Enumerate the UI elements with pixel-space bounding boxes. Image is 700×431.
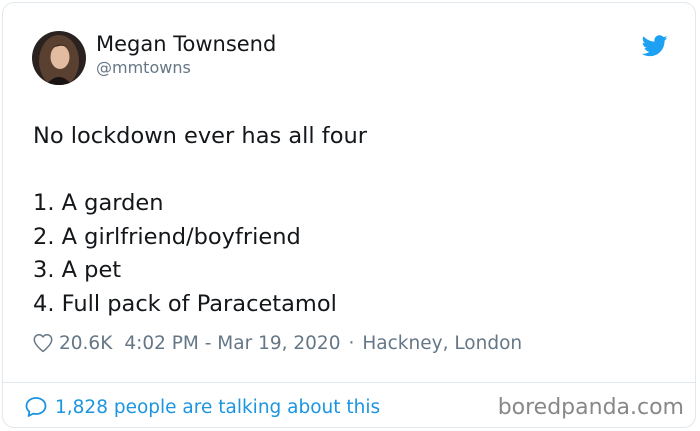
tweet-timestamp[interactable]: 4:02 PM - Mar 19, 2020 xyxy=(124,333,340,354)
like-count[interactable]: 20.6K xyxy=(59,333,112,354)
user-avatar-photo xyxy=(32,31,86,85)
speech-bubble-icon xyxy=(25,397,47,417)
tweet-line: No lockdown ever has all four xyxy=(33,123,367,149)
tweet-location[interactable]: Hackney, London xyxy=(362,333,522,354)
author-avatar[interactable] xyxy=(32,31,86,85)
footer-divider xyxy=(2,382,696,383)
tweet-line: 3. A pet xyxy=(33,257,122,283)
meta-separator: · xyxy=(348,332,355,354)
tweet-meta: 20.6K 4:02 PM - Mar 19, 2020 · Hackney, … xyxy=(32,330,522,356)
tweet-line: 4. Full pack of Paracetamol xyxy=(33,290,337,317)
author-handle[interactable]: @mmtowns xyxy=(96,58,191,78)
talking-text[interactable]: 1,828 people are talking about this xyxy=(55,397,380,418)
tweet-text: No lockdown ever has all four 1. A garde… xyxy=(33,120,367,321)
tweet-line xyxy=(33,154,367,188)
tweet-line: 1. A garden xyxy=(33,190,164,216)
twitter-bird-icon[interactable] xyxy=(642,35,668,57)
tweet-line: 2. A girlfriend/boyfriend xyxy=(33,223,301,250)
heart-icon[interactable] xyxy=(32,332,54,354)
watermark: boredpanda.com xyxy=(497,395,684,420)
author-display-name[interactable]: Megan Townsend xyxy=(96,30,276,58)
talking-link[interactable]: 1,828 people are talking about this xyxy=(24,394,380,420)
